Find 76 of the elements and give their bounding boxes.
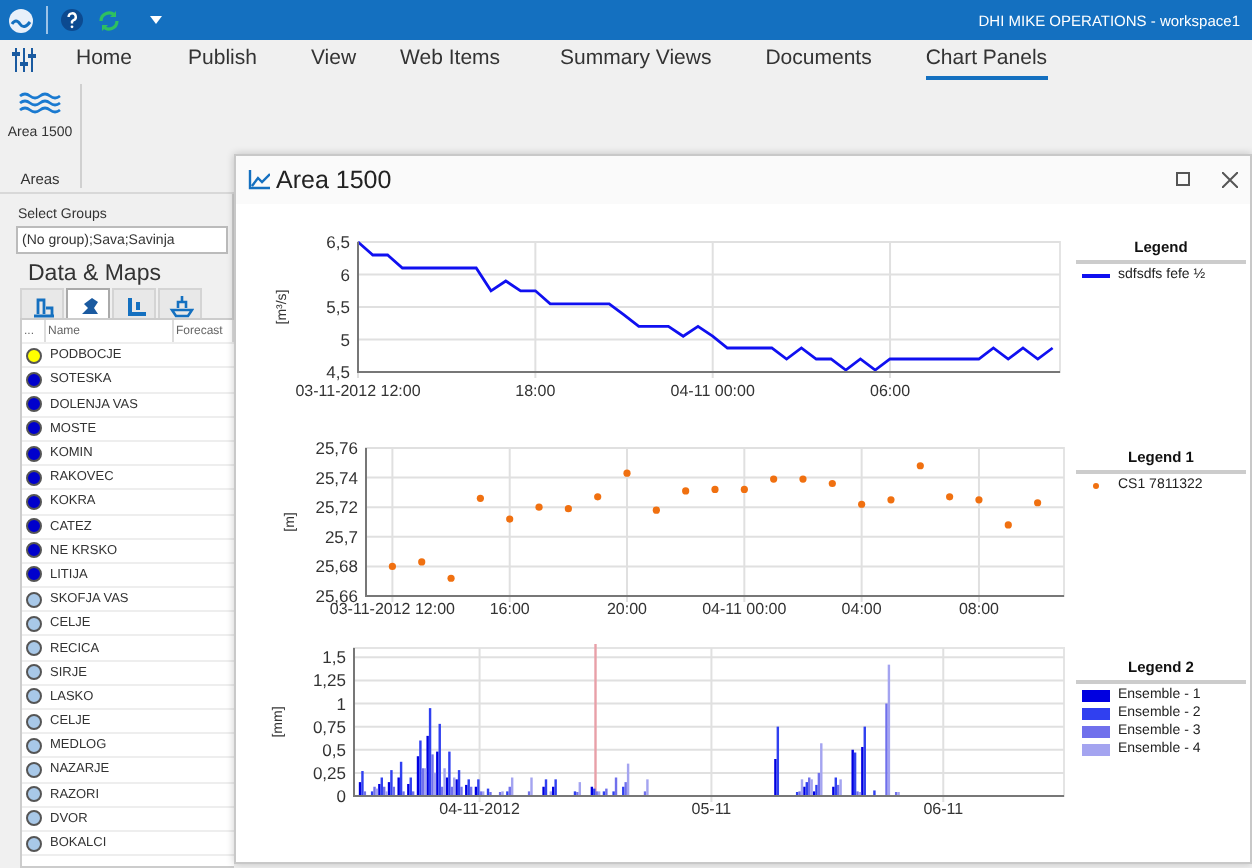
axis-label: 04-11-2012 [439,800,520,818]
data-point [799,475,807,483]
axis-label: 1,25 [312,670,346,691]
data-point [623,469,631,477]
axis-label: 1,5 [322,647,346,668]
axis-label: 1 [336,693,346,714]
axis-label: 04-11 00:00 [702,600,787,618]
data-point [535,503,543,511]
ribbon-tab[interactable]: Home [76,40,133,80]
ribbon-tab[interactable]: Summary Views [560,40,712,80]
close-button[interactable] [1222,172,1238,188]
data-point [476,494,484,502]
axis-label: 25,68 [315,556,358,577]
axis-label: 5,5 [326,297,350,317]
data-point [388,562,396,570]
chart-icon [248,170,270,190]
data-point [506,515,514,523]
panel-title: Area 1500 [276,166,392,194]
data-point [711,485,719,494]
ribbon-tab[interactable]: Chart Panels [925,40,1048,80]
axis-label: 18:00 [515,382,556,400]
axis-label: 04:00 [841,600,882,618]
axis-label: 25,72 [315,497,358,518]
data-point [740,485,748,494]
data-point [594,493,602,501]
view-tab[interactable] [66,288,110,318]
data-point [770,475,778,483]
panel-heading: Data & Maps [28,262,163,286]
settings-icon[interactable] [12,48,36,72]
axis-label: 4,5 [326,362,350,382]
dropdown-caret-icon[interactable] [150,16,162,24]
ribbon-tab[interactable]: Web Items [400,40,501,80]
data-point [564,505,572,513]
axis-label: 06:00 [870,382,911,400]
axis-label: 04-11 00:00 [670,382,755,400]
data-point [1004,521,1012,529]
maximize-button[interactable] [1176,172,1192,188]
data-point [828,479,836,488]
data-point [1034,499,1042,507]
ribbon-tab[interactable]: Documents [765,40,872,80]
axis-label: 0,75 [312,716,346,737]
data-point [887,496,895,504]
axis-label: 03-11-2012 12:00 [329,600,455,618]
data-point [858,500,866,508]
help-icon[interactable] [60,8,84,32]
data-point [975,496,983,504]
ribbon-tab[interactable]: Publish [188,40,257,80]
axis-label: 6 [340,264,350,285]
axis-label: 0,25 [312,762,346,783]
view-icon [167,291,193,317]
axis-label: 06-11 [923,800,964,818]
axis-label: 16:00 [489,600,530,618]
view-tab[interactable] [158,288,202,318]
axis-label: 20:00 [607,600,648,618]
app-logo-icon[interactable] [8,7,34,33]
axis-label: 0 [336,786,346,806]
axis-label: 08:00 [958,600,999,618]
data-point [447,574,455,582]
data-point [916,462,924,470]
data-point [946,493,954,501]
axis-label: 5 [340,329,350,350]
axis-label: 05-11 [691,800,732,818]
axis-label: 25,7 [324,526,358,547]
data-point [682,487,690,495]
view-tab[interactable] [112,288,156,318]
waves-icon [18,92,62,114]
axis-label: 25,74 [315,467,358,488]
axis-label: 6,5 [326,232,350,252]
data-point [418,558,426,566]
axis-label: 25,76 [315,438,358,458]
view-tab[interactable] [20,288,64,318]
ribbon-tab[interactable]: View [310,40,357,80]
axis-label: 03-11-2012 12:00 [295,382,421,400]
axis-label: 0,5 [322,739,346,760]
axis-label: 25,66 [315,586,358,606]
data-point [652,506,660,514]
